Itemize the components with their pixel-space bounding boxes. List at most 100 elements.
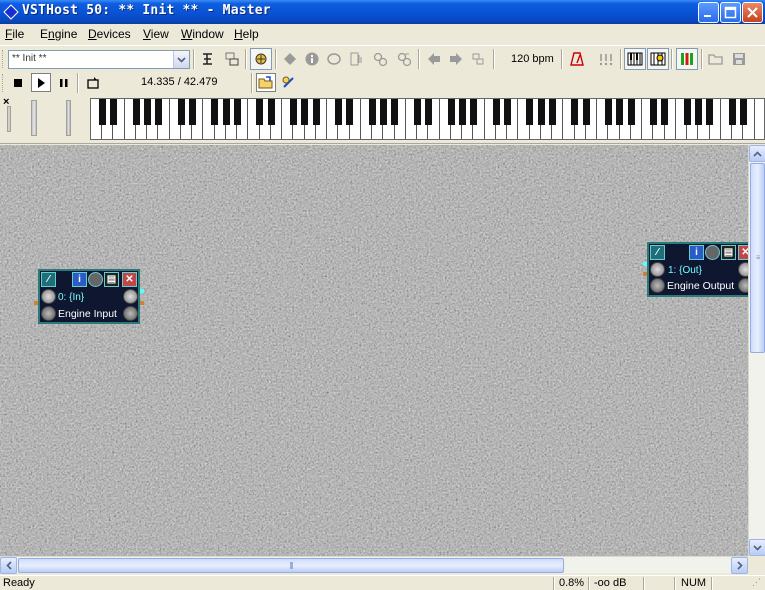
black-key[interactable] (605, 99, 612, 125)
maximize-button[interactable] (720, 2, 741, 23)
bpm-display[interactable]: 120 bpm (511, 53, 554, 65)
input-pin[interactable] (34, 301, 38, 305)
black-key[interactable] (211, 99, 219, 125)
velocity-slider[interactable] (66, 100, 71, 136)
levels-button[interactable] (676, 48, 698, 70)
edit-button[interactable] (345, 48, 367, 70)
horizontal-scrollbar[interactable]: ||| (0, 556, 748, 574)
speech-button[interactable] (323, 48, 345, 70)
black-key[interactable] (256, 99, 264, 125)
black-key[interactable] (301, 99, 309, 125)
minimize-button[interactable] (698, 2, 719, 23)
pitch-bend-slider[interactable] (7, 106, 11, 132)
edit-plugin-icon[interactable]: ⁄ (650, 245, 665, 260)
black-key[interactable] (290, 99, 297, 125)
audio-in-port-icon[interactable] (650, 278, 665, 293)
controller-button[interactable] (647, 48, 669, 70)
scroll-up-button[interactable] (749, 145, 765, 162)
black-key[interactable] (346, 99, 354, 125)
black-key[interactable] (143, 99, 151, 125)
diamond-button[interactable] (279, 48, 301, 70)
info-icon[interactable]: i (72, 272, 87, 287)
black-key[interactable] (661, 99, 669, 125)
menu-window[interactable]: Window (181, 27, 224, 41)
vertical-scroll-thumb[interactable]: ≡ (750, 163, 765, 353)
remove-icon[interactable]: ✕ (122, 272, 137, 287)
menu-devices[interactable]: Devices (88, 27, 131, 41)
black-key[interactable] (683, 99, 691, 125)
black-key[interactable] (413, 99, 421, 125)
metronome-button[interactable] (566, 48, 588, 70)
audio-in-port-icon[interactable] (41, 306, 56, 321)
menu-file[interactable]: File (5, 27, 24, 41)
audio-out-port-icon[interactable] (738, 278, 748, 293)
midi-out-port-icon[interactable] (123, 289, 138, 304)
black-key[interactable] (537, 99, 545, 125)
black-key[interactable] (650, 99, 657, 125)
output-pin[interactable] (140, 289, 144, 293)
bypass-icon[interactable] (88, 272, 103, 287)
scroll-right-button[interactable] (731, 557, 748, 574)
back-button[interactable] (423, 48, 445, 70)
triplet-button[interactable] (595, 48, 617, 70)
black-key[interactable] (706, 99, 714, 125)
performance-select[interactable]: ** Init ** (8, 50, 190, 69)
black-key[interactable] (177, 99, 185, 125)
black-key[interactable] (492, 99, 500, 125)
black-key[interactable] (233, 99, 241, 125)
midi-thru-button[interactable] (393, 48, 415, 70)
black-key[interactable] (312, 99, 320, 125)
menu-view[interactable]: View (143, 27, 169, 41)
engine-button[interactable] (250, 48, 272, 70)
scroll-down-button[interactable] (749, 539, 765, 556)
remove-icon[interactable]: ✕ (738, 245, 748, 260)
black-key[interactable] (447, 99, 455, 125)
black-key[interactable] (368, 99, 376, 125)
chain-button[interactable] (221, 48, 243, 70)
black-key[interactable] (335, 99, 342, 125)
edit-plugin-icon[interactable]: ⁄ (41, 272, 56, 287)
input-pin[interactable] (643, 272, 647, 276)
black-key[interactable] (695, 99, 702, 125)
open-button[interactable] (705, 48, 727, 70)
bank-button[interactable] (467, 48, 489, 70)
black-key[interactable] (548, 99, 556, 125)
black-key[interactable] (110, 99, 117, 125)
black-key[interactable] (391, 99, 399, 125)
settings-icon[interactable]: ▤ (104, 272, 119, 287)
black-key[interactable] (740, 99, 747, 125)
white-key[interactable] (754, 99, 764, 139)
info-button[interactable] (301, 48, 323, 70)
chain-canvas[interactable]: ⁄ i ▤ ✕ 0: {In} Engine Input ⁄ i ▤ ✕ 1: (0, 145, 748, 556)
audio-out-port-icon[interactable] (123, 306, 138, 321)
midi-in-port-icon[interactable] (41, 289, 56, 304)
toolbar-grip[interactable] (2, 50, 5, 68)
save-button[interactable] (728, 48, 750, 70)
midi-button[interactable] (369, 48, 391, 70)
resize-grip-icon[interactable]: ⋰ (752, 577, 761, 588)
black-key[interactable] (503, 99, 511, 125)
black-key[interactable] (728, 99, 736, 125)
modulation-slider[interactable] (31, 100, 37, 136)
output-pin[interactable] (140, 301, 144, 305)
toolbar-grip[interactable] (2, 74, 5, 92)
black-key[interactable] (188, 99, 196, 125)
vertical-scrollbar[interactable]: ≡ (748, 145, 765, 556)
stop-button[interactable] (8, 73, 28, 92)
close-button[interactable] (742, 2, 763, 23)
title-bar[interactable]: VSTHost 50: ** Init ** - Master (0, 0, 765, 24)
black-key[interactable] (582, 99, 590, 125)
horizontal-scroll-thumb[interactable]: ||| (18, 558, 564, 573)
black-key[interactable] (425, 99, 432, 125)
menu-help[interactable]: Help (234, 27, 259, 41)
black-key[interactable] (155, 99, 162, 125)
black-key[interactable] (380, 99, 387, 125)
keyboard-button[interactable] (624, 48, 646, 70)
black-key[interactable] (458, 99, 466, 125)
black-key[interactable] (627, 99, 635, 125)
forward-button[interactable] (445, 48, 467, 70)
chevron-down-icon[interactable] (173, 51, 189, 68)
input-pin[interactable] (643, 262, 647, 266)
settings-icon[interactable]: ▤ (721, 245, 736, 260)
black-key[interactable] (98, 99, 106, 125)
